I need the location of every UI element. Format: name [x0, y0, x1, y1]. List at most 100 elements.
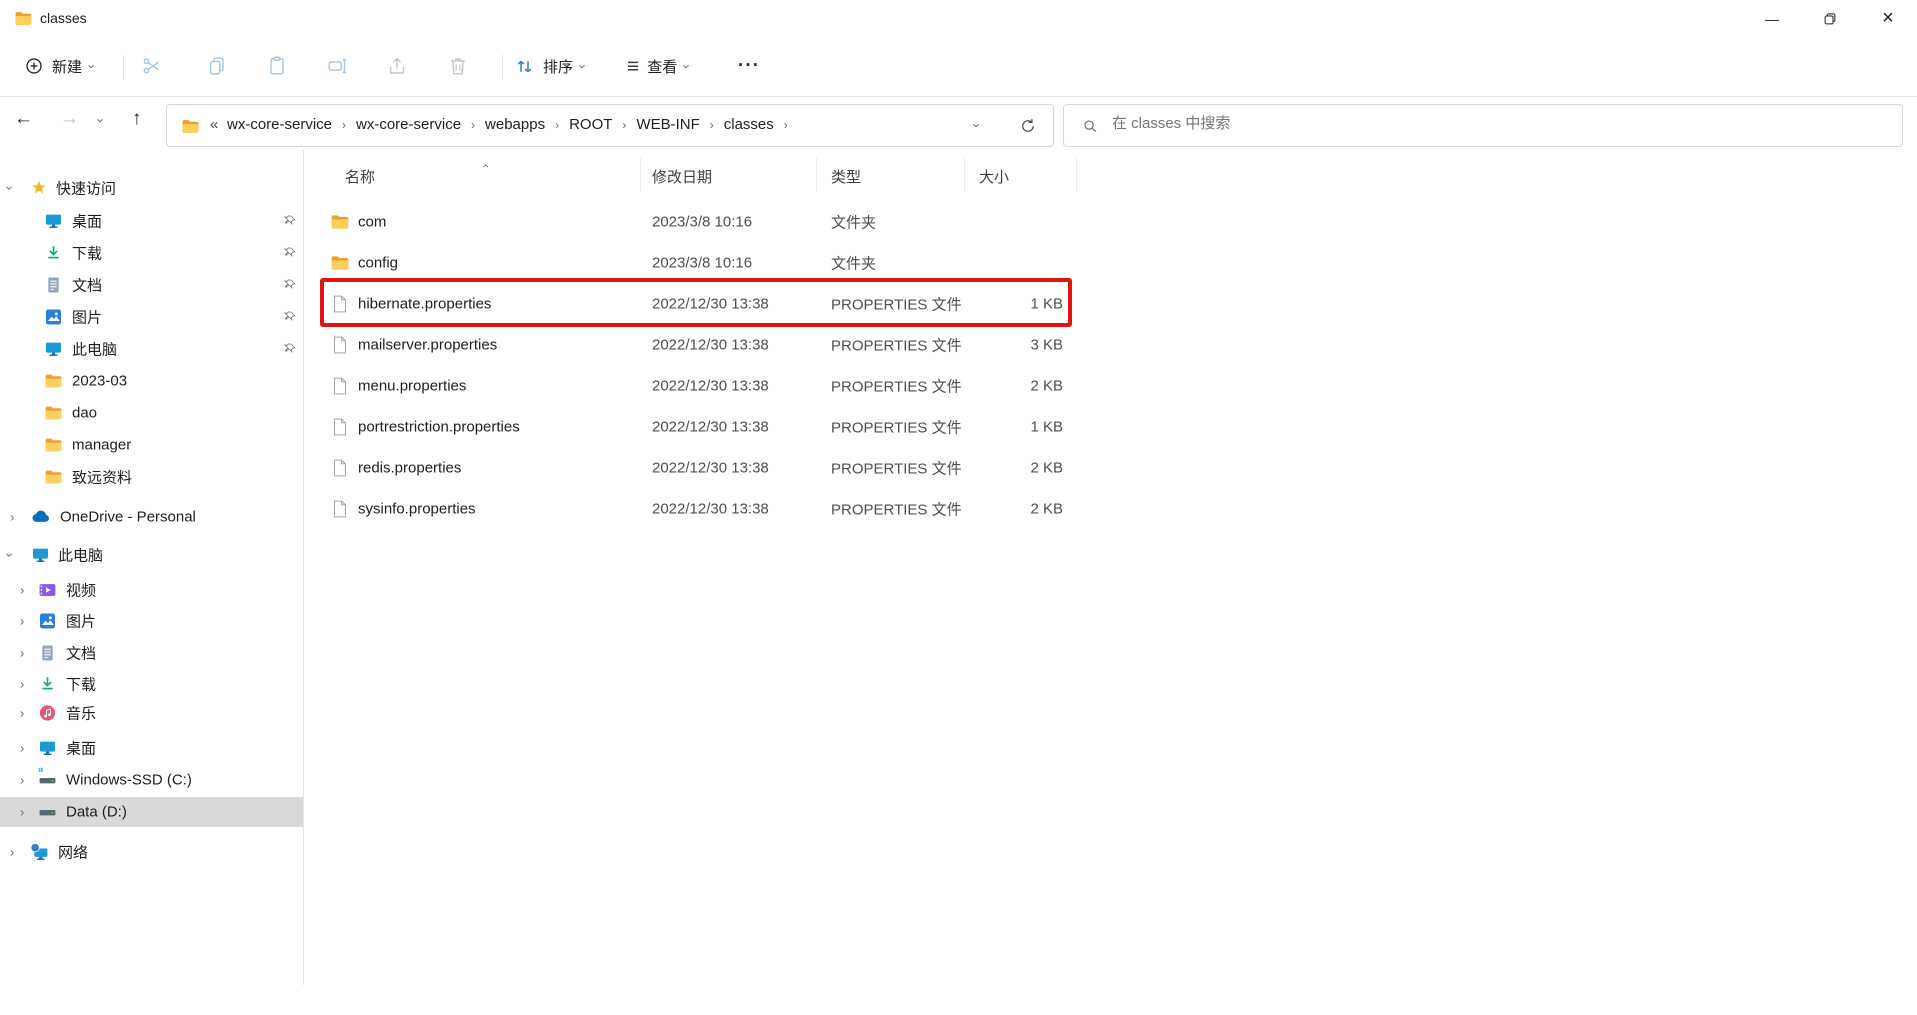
chevron-collapsed-icon[interactable]: ›	[20, 615, 24, 628]
sidebar-item-folder-dao[interactable]: dao	[0, 398, 303, 428]
share-icon[interactable]	[386, 55, 408, 77]
search-box[interactable]	[1063, 104, 1903, 147]
sidebar-item-desktop-pinned[interactable]: 桌面	[0, 206, 303, 236]
pin-icon	[283, 278, 297, 292]
chevron-collapsed-icon[interactable]: ›	[20, 707, 24, 720]
sort-button[interactable]: 排序 ›	[514, 37, 585, 95]
chevron-collapsed-icon[interactable]: ›	[10, 511, 14, 524]
paste-icon[interactable]	[266, 55, 288, 77]
file-name: sysinfo.properties	[358, 500, 476, 517]
column-resize-handle[interactable]	[964, 158, 965, 192]
path-overflow-icon[interactable]: «	[210, 116, 218, 133]
minimize-icon: —	[1765, 11, 1779, 27]
sidebar-item-folder-manager[interactable]: manager	[0, 430, 303, 460]
folder-icon	[330, 253, 350, 273]
sidebar-item-data-d-selected[interactable]: › Data (D:)	[0, 797, 303, 827]
sidebar-item-this-pc[interactable]: › 此电脑	[0, 540, 303, 570]
column-header-date[interactable]: 修改日期	[652, 166, 712, 187]
sidebar-item-folder-2023-03[interactable]: 2023-03	[0, 366, 303, 396]
chevron-right-icon: ›	[622, 118, 626, 132]
sidebar-item-this-pc-pinned[interactable]: 此电脑	[0, 334, 303, 364]
document-icon	[38, 644, 57, 663]
breadcrumb-item[interactable]: webapps	[485, 116, 545, 133]
sort-arrows-icon	[514, 56, 535, 77]
chevron-expanded-icon[interactable]: ›	[4, 553, 17, 557]
file-name: portrestriction.properties	[358, 418, 520, 435]
sidebar-item-music[interactable]: › 音乐	[0, 698, 303, 728]
sidebar-item-label: manager	[72, 437, 131, 454]
sidebar-item-windows-ssd-c[interactable]: › Windows-SSD (C:)	[0, 765, 303, 795]
sidebar-item-documents[interactable]: › 文档	[0, 638, 303, 668]
sidebar-item-label: 下载	[72, 243, 102, 264]
file-size: 2 KB	[988, 459, 1063, 476]
sidebar-item-desktop[interactable]: › 桌面	[0, 733, 303, 763]
up-button[interactable]: ↑	[132, 108, 142, 130]
chevron-collapsed-icon[interactable]: ›	[20, 678, 24, 691]
breadcrumb-item[interactable]: ROOT	[569, 116, 612, 133]
breadcrumb-item[interactable]: WEB-INF	[636, 116, 699, 133]
sidebar-item-pictures[interactable]: › 图片	[0, 606, 303, 636]
breadcrumb-item[interactable]: wx-core-service	[356, 116, 461, 133]
sidebar-item-label: dao	[72, 405, 97, 422]
copy-icon[interactable]	[206, 55, 228, 77]
file-row-mailserver-properties[interactable]: mailserver.properties 2022/12/30 13:38 P…	[303, 324, 1163, 365]
file-row-menu-properties[interactable]: menu.properties 2022/12/30 13:38 PROPERT…	[303, 365, 1163, 406]
column-resize-handle[interactable]	[640, 158, 641, 192]
command-bar: 新建 › 排序 › ≡ 查看 › ···	[0, 37, 1917, 97]
more-options-button[interactable]: ···	[738, 37, 760, 95]
sidebar-item-quick-access[interactable]: › ★ 快速访问	[0, 173, 303, 203]
sidebar-item-downloads-pinned[interactable]: 下载	[0, 238, 303, 268]
file-icon	[330, 499, 350, 519]
sidebar-item-pictures-pinned[interactable]: 图片	[0, 302, 303, 332]
toolbar-separator	[123, 55, 124, 79]
file-type: PROPERTIES 文件	[831, 498, 962, 519]
file-date: 2022/12/30 13:38	[652, 459, 769, 476]
chevron-collapsed-icon[interactable]: ›	[20, 806, 24, 819]
recent-locations-chevron[interactable]: ›	[95, 118, 108, 122]
column-header-name[interactable]: 名称	[345, 166, 375, 187]
file-row-com[interactable]: com 2023/3/8 10:16 文件夹	[303, 201, 1163, 242]
chevron-expanded-icon[interactable]: ›	[4, 186, 17, 190]
file-row-redis-properties[interactable]: redis.properties 2022/12/30 13:38 PROPER…	[303, 447, 1163, 488]
breadcrumb: wx-core-service›wx-core-service›webapps›…	[227, 116, 798, 134]
file-row-portrestriction-properties[interactable]: portrestriction.properties 2022/12/30 13…	[303, 406, 1163, 447]
chevron-collapsed-icon[interactable]: ›	[20, 774, 24, 787]
delete-icon[interactable]	[447, 55, 469, 77]
chevron-collapsed-icon[interactable]: ›	[10, 846, 14, 859]
restore-button[interactable]	[1801, 0, 1859, 37]
pin-icon	[283, 310, 297, 324]
file-row-sysinfo-properties[interactable]: sysinfo.properties 2022/12/30 13:38 PROP…	[303, 488, 1163, 529]
close-icon: ×	[1882, 7, 1894, 30]
sidebar-item-network[interactable]: › 网络	[0, 837, 303, 867]
minimize-button[interactable]: —	[1743, 0, 1801, 37]
search-input[interactable]	[1110, 114, 1534, 133]
chevron-collapsed-icon[interactable]: ›	[20, 647, 24, 660]
rename-icon[interactable]	[327, 55, 349, 77]
forward-button[interactable]: →	[60, 108, 79, 130]
sidebar-item-folder-zhiyuan[interactable]: 致远资料	[0, 462, 303, 492]
breadcrumb-item[interactable]: wx-core-service	[227, 116, 332, 133]
file-row-config[interactable]: config 2023/3/8 10:16 文件夹	[303, 242, 1163, 283]
breadcrumb-item[interactable]: classes	[724, 116, 774, 133]
sidebar-item-documents-pinned[interactable]: 文档	[0, 270, 303, 300]
sidebar-item-videos[interactable]: › 视频	[0, 575, 303, 605]
file-size: 1 KB	[988, 418, 1063, 435]
address-dropdown-chevron[interactable]: ›	[971, 123, 984, 127]
cut-icon[interactable]	[141, 55, 163, 77]
view-button[interactable]: ≡ 查看 ›	[627, 37, 690, 95]
sidebar-item-onedrive[interactable]: › OneDrive - Personal	[0, 502, 303, 532]
address-bar[interactable]: « wx-core-service › wx-core-service › webapp…	[166, 104, 1054, 147]
chevron-collapsed-icon[interactable]: ›	[20, 742, 24, 755]
close-button[interactable]: ×	[1859, 0, 1917, 37]
column-resize-handle[interactable]	[816, 158, 817, 192]
file-date: 2023/3/8 10:16	[652, 254, 752, 271]
column-header-size[interactable]: 大小	[979, 166, 1009, 187]
chevron-collapsed-icon[interactable]: ›	[20, 584, 24, 597]
back-button[interactable]: ←	[14, 108, 33, 130]
column-header-type[interactable]: 类型	[831, 166, 861, 187]
column-resize-handle[interactable]	[1076, 158, 1077, 192]
sidebar-item-downloads[interactable]: › 下载	[0, 669, 303, 699]
hamburger-icon: ≡	[627, 56, 639, 77]
refresh-icon[interactable]	[1019, 117, 1037, 135]
new-button[interactable]: 新建 ›	[24, 37, 94, 95]
